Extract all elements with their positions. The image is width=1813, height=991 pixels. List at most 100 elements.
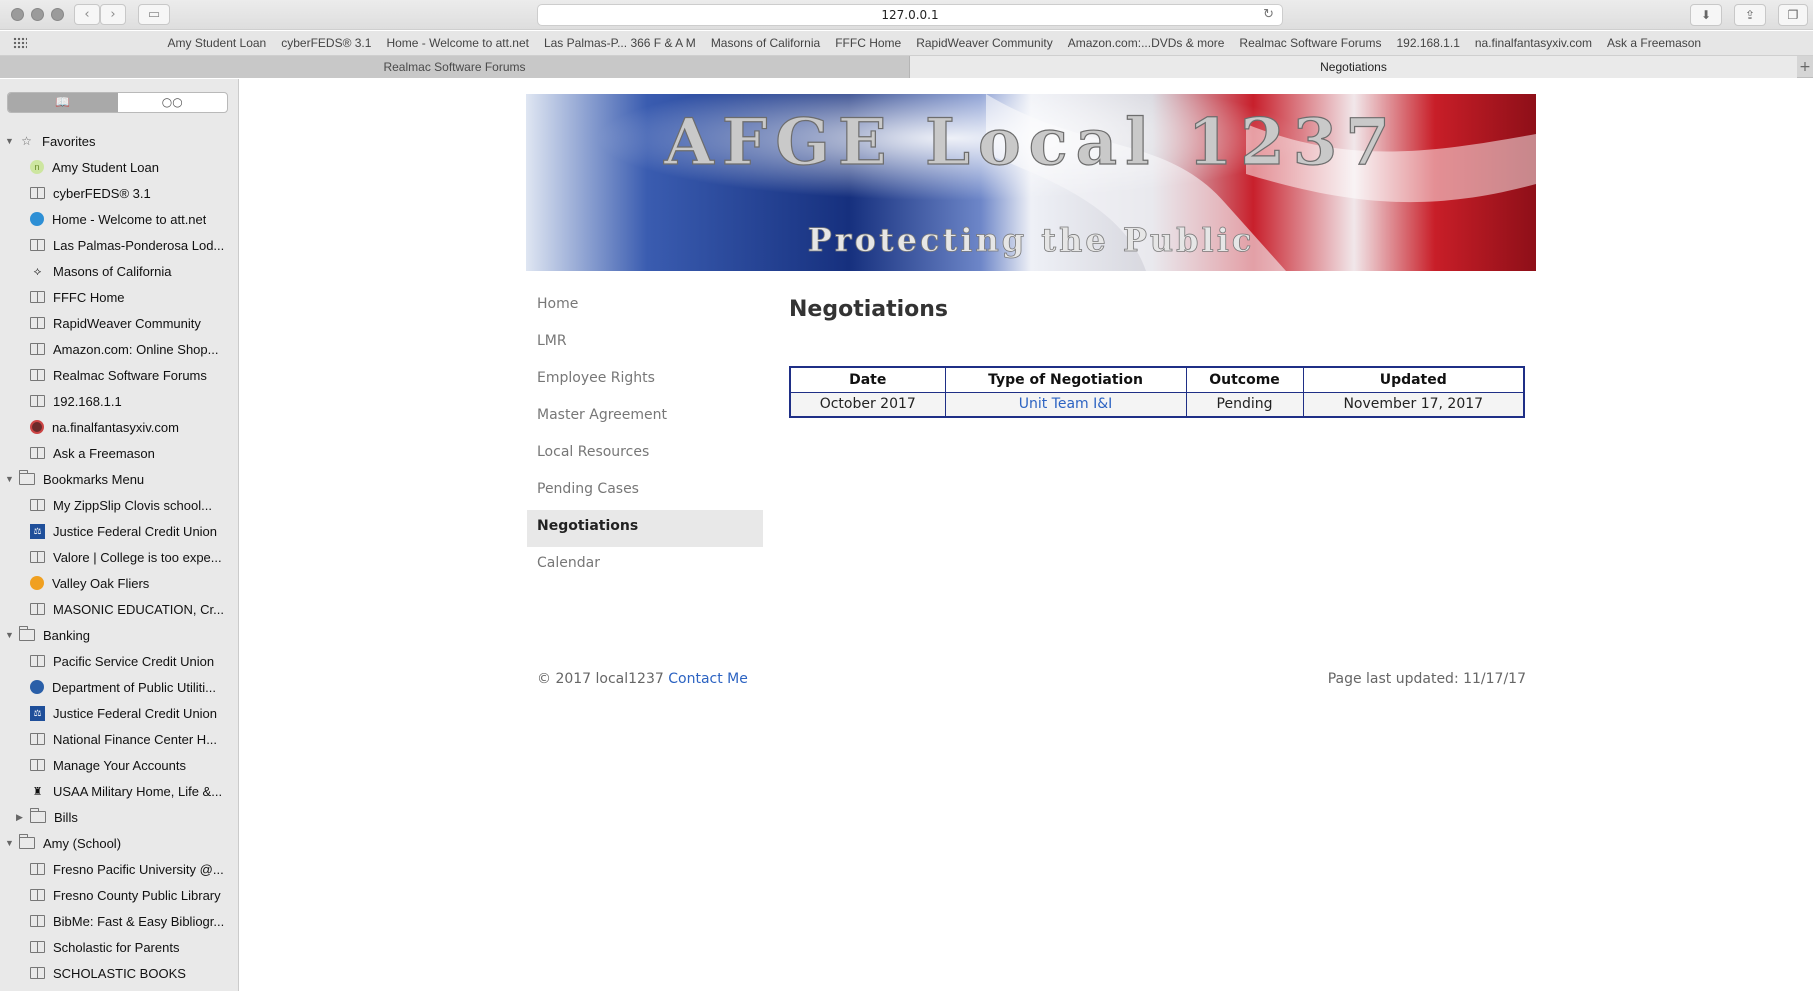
disclosure-open-icon[interactable]: ▼ [5, 136, 15, 146]
favbar-item[interactable]: RapidWeaver Community [909, 31, 1061, 56]
bookmark-item[interactable]: cyberFEDS® 3.1 [0, 180, 238, 206]
new-tab-button[interactable]: + [1797, 56, 1813, 78]
top-sites-grid-icon[interactable] [13, 37, 27, 49]
star-icon: ☆ [21, 134, 32, 148]
bookmark-item[interactable]: Scholastic for Parents [0, 934, 238, 960]
favbar-item[interactable]: 192.168.1.1 [1389, 31, 1467, 56]
reload-icon[interactable]: ↻ [1263, 5, 1274, 25]
folder-label: Bookmarks Menu [43, 471, 145, 487]
favbar-item[interactable]: cyberFEDS® 3.1 [274, 31, 379, 56]
column-header: Type of Negotiation [944, 366, 1187, 393]
bookmark-item[interactable]: 192.168.1.1 [0, 388, 238, 414]
nav-master-agreement[interactable]: Master Agreement [527, 399, 763, 436]
bookmark-item[interactable]: ♜ USAA Military Home, Life &... [0, 778, 238, 804]
bookmarks-sidebar: 📖 ○○ ▼ ☆ Favorites n Amy Student Loan cyb… [0, 79, 239, 991]
downloads-button[interactable]: ⬇ [1690, 4, 1722, 26]
reading-list-mode-button[interactable]: ○○ [118, 93, 228, 112]
book-icon [30, 369, 45, 381]
bookmark-item[interactable]: Ask a Freemason [0, 440, 238, 466]
tab-negotiations[interactable]: Negotiations [910, 56, 1797, 78]
book-icon [30, 317, 45, 329]
bookmark-item[interactable]: Valley Oak Fliers [0, 570, 238, 596]
favbar-item[interactable]: na.finalfantasyxiv.com [1467, 31, 1599, 56]
disclosure-open-icon[interactable]: ▼ [5, 474, 15, 484]
disclosure-open-icon[interactable]: ▼ [5, 838, 15, 848]
tabs-overview-button[interactable]: ❐ [1778, 4, 1808, 26]
favorites-bar-items: Amy Student Loan cyberFEDS® 3.1 Home - W… [160, 31, 1709, 56]
nav-lmr[interactable]: LMR [527, 325, 763, 362]
bookmark-item[interactable]: Pacific Service Credit Union [0, 648, 238, 674]
bookmark-item[interactable]: My ZippSlip Clovis school... [0, 492, 238, 518]
folder-label: Banking [43, 627, 90, 643]
bookmark-item[interactable]: ⚖ Justice Federal Credit Union [0, 700, 238, 726]
nav-negotiations[interactable]: Negotiations [527, 510, 763, 547]
favbar-item[interactable]: Masons of California [703, 31, 827, 56]
usaa-eagle-icon: ♜ [32, 785, 43, 798]
folder-favorites[interactable]: ▼ ☆ Favorites [0, 128, 238, 154]
bookmark-label: Fresno County Public Library [53, 887, 221, 903]
nav-employee-rights[interactable]: Employee Rights [527, 362, 763, 399]
tab-realmac-forums[interactable]: Realmac Software Forums [0, 56, 910, 78]
minimize-window-button[interactable] [31, 8, 44, 21]
bookmark-item[interactable]: Las Palmas-Ponderosa Lod... [0, 232, 238, 258]
nav-pending-cases[interactable]: Pending Cases [527, 473, 763, 510]
zoom-window-button[interactable] [51, 8, 64, 21]
bookmark-item[interactable]: Valore | College is too expe... [0, 544, 238, 570]
site-banner: AFGE Local 1237 Protecting the Public [526, 94, 1536, 271]
nav-calendar[interactable]: Calendar [527, 547, 763, 584]
disclosure-open-icon[interactable]: ▼ [5, 630, 15, 640]
bookmark-item[interactable]: RapidWeaver Community [0, 310, 238, 336]
bookmark-item[interactable]: Manage Your Accounts [0, 752, 238, 778]
bookmarks-mode-button[interactable]: 📖 [8, 93, 118, 112]
sidebar-mode-switch: 📖 ○○ [7, 92, 228, 113]
disclosure-closed-icon[interactable]: ▶ [16, 812, 26, 823]
bookmark-item[interactable]: Realmac Software Forums [0, 362, 238, 388]
favbar-item[interactable]: Home - Welcome to att.net [379, 31, 537, 56]
favbar-item[interactable]: Las Palmas-P... 366 F & A M [536, 31, 703, 56]
table-cell-type: Unit Team I&I [944, 391, 1187, 418]
bookmark-item[interactable]: Fresno Pacific University @... [0, 856, 238, 882]
bookmark-item[interactable]: BibMe: Fast & Easy Bibliogr... [0, 908, 238, 934]
favbar-item[interactable]: FFFC Home [828, 31, 909, 56]
bookmark-item[interactable]: Fresno County Public Library [0, 882, 238, 908]
folder-bills[interactable]: ▶ Bills [0, 804, 238, 830]
favbar-item[interactable]: Ask a Freemason [1600, 31, 1709, 56]
folder-banking[interactable]: ▼ Banking [0, 622, 238, 648]
bookmark-item[interactable]: MASONIC EDUCATION, Cr... [0, 596, 238, 622]
nav-local-resources[interactable]: Local Resources [527, 436, 763, 473]
nav-home[interactable]: Home [527, 288, 763, 325]
contact-link[interactable]: Contact Me [668, 671, 748, 687]
address-bar[interactable]: 127.0.0.1 ↻ [537, 4, 1283, 26]
sidebar-toggle-button[interactable]: ▭ [138, 4, 170, 25]
folder-amy-school[interactable]: ▼ Amy (School) [0, 830, 238, 856]
bookmark-label: BibMe: Fast & Easy Bibliogr... [53, 913, 225, 929]
negotiation-link[interactable]: Unit Team I&I [1019, 396, 1113, 412]
bookmark-item[interactable]: Amazon.com: Online Shop... [0, 336, 238, 362]
bookmark-item[interactable]: na.finalfantasyxiv.com [0, 414, 238, 440]
favbar-item[interactable]: Realmac Software Forums [1232, 31, 1389, 56]
bookmark-item[interactable]: SCHOLASTIC BOOKS [0, 960, 238, 986]
bookmark-item[interactable]: FFFC Home [0, 284, 238, 310]
bookmark-item[interactable]: Department of Public Utiliti... [0, 674, 238, 700]
forward-button[interactable]: › [100, 4, 126, 25]
bookmark-item[interactable]: n Amy Student Loan [0, 154, 238, 180]
table-cell-date: October 2017 [789, 391, 946, 418]
folder-bookmarks-menu[interactable]: ▼ Bookmarks Menu [0, 466, 238, 492]
bookmark-label: Manage Your Accounts [53, 757, 186, 773]
book-icon [30, 655, 45, 667]
close-window-button[interactable] [11, 8, 24, 21]
bookmark-item[interactable]: ⟡ Masons of California [0, 258, 238, 284]
bookmark-item[interactable]: ⚖ Justice Federal Credit Union [0, 518, 238, 544]
negotiations-table: Date Type of Negotiation Outcome Updated… [789, 366, 1525, 418]
back-button[interactable]: ‹ [74, 4, 100, 25]
bookmark-label: Valore | College is too expe... [53, 549, 222, 565]
bookmark-label: cyberFEDS® 3.1 [53, 185, 151, 201]
folder-icon [30, 808, 46, 823]
favbar-item[interactable]: Amazon.com:...DVDs & more [1060, 31, 1232, 56]
bookmark-item[interactable]: Home - Welcome to att.net [0, 206, 238, 232]
bookmark-item[interactable]: National Finance Center H... [0, 726, 238, 752]
book-icon [30, 759, 45, 771]
bookmark-label: Scholastic for Parents [53, 939, 180, 955]
share-button[interactable]: ⇪ [1734, 4, 1766, 26]
favbar-item[interactable]: Amy Student Loan [160, 31, 274, 56]
